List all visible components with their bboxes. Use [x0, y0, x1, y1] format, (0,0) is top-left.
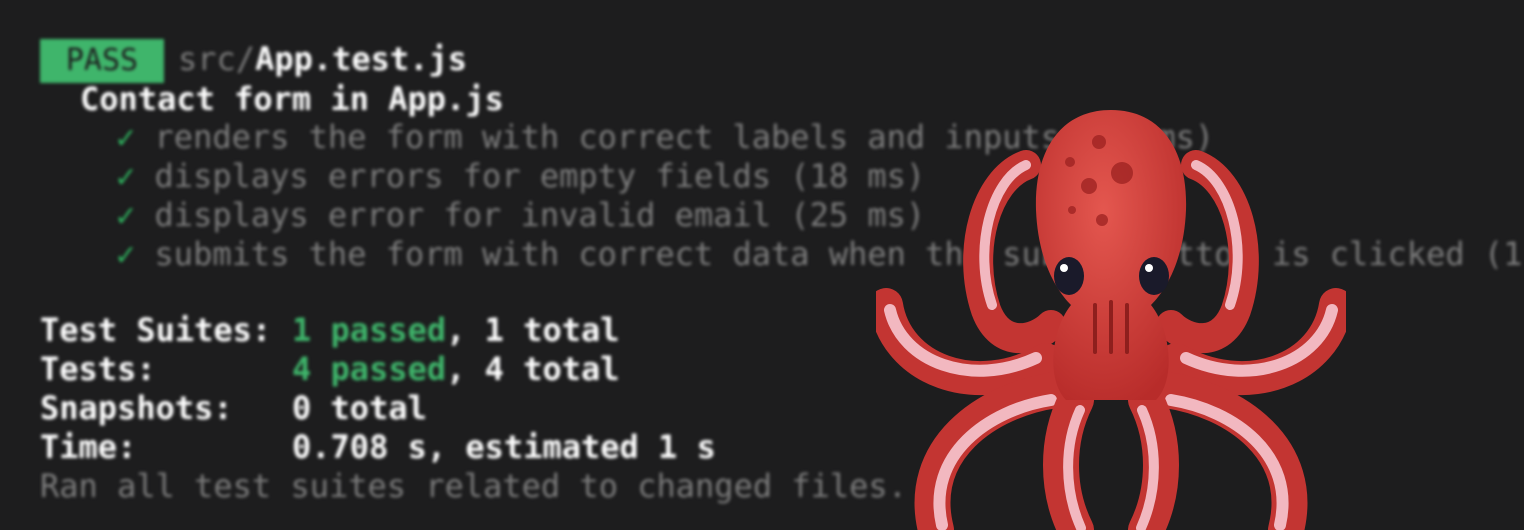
check-icon: ✓	[116, 157, 136, 195]
test-file-path: src/App.test.js	[178, 40, 467, 79]
summary-time-label: Time:	[40, 428, 137, 466]
test-name: displays errors for empty fields (18 ms)	[154, 157, 926, 195]
octopus-icon	[876, 110, 1346, 530]
test-file-name: App.test.js	[255, 40, 467, 78]
test-file-dir: src/	[178, 40, 256, 78]
check-icon: ✓	[116, 196, 136, 234]
summary-tests-label: Tests:	[40, 350, 156, 388]
check-icon: ✓	[116, 118, 136, 156]
pass-badge: PASS	[40, 39, 164, 83]
test-name: displays error for invalid email (25 ms)	[154, 196, 926, 234]
test-result-row: ✓ displays errors for empty fields (18 m…	[116, 157, 925, 196]
test-result-row: ✓ displays error for invalid email (25 m…	[116, 196, 925, 235]
summary-tests-value: 4 passed, 4 total	[292, 350, 620, 388]
describe-block-title: Contact form in App.js	[80, 80, 504, 118]
summary-time-value: 0.708 s, estimated 1 s	[292, 428, 716, 466]
summary-suites-value: 1 passed, 1 total	[292, 311, 620, 349]
summary-snapshots-value: 0 total	[292, 389, 427, 427]
summary-snapshots-label: Snapshots:	[40, 389, 233, 427]
summary-suites-label: Test Suites:	[40, 311, 272, 349]
check-icon: ✓	[116, 235, 136, 273]
summary-footer: Ran all test suites related to changed f…	[40, 467, 907, 505]
